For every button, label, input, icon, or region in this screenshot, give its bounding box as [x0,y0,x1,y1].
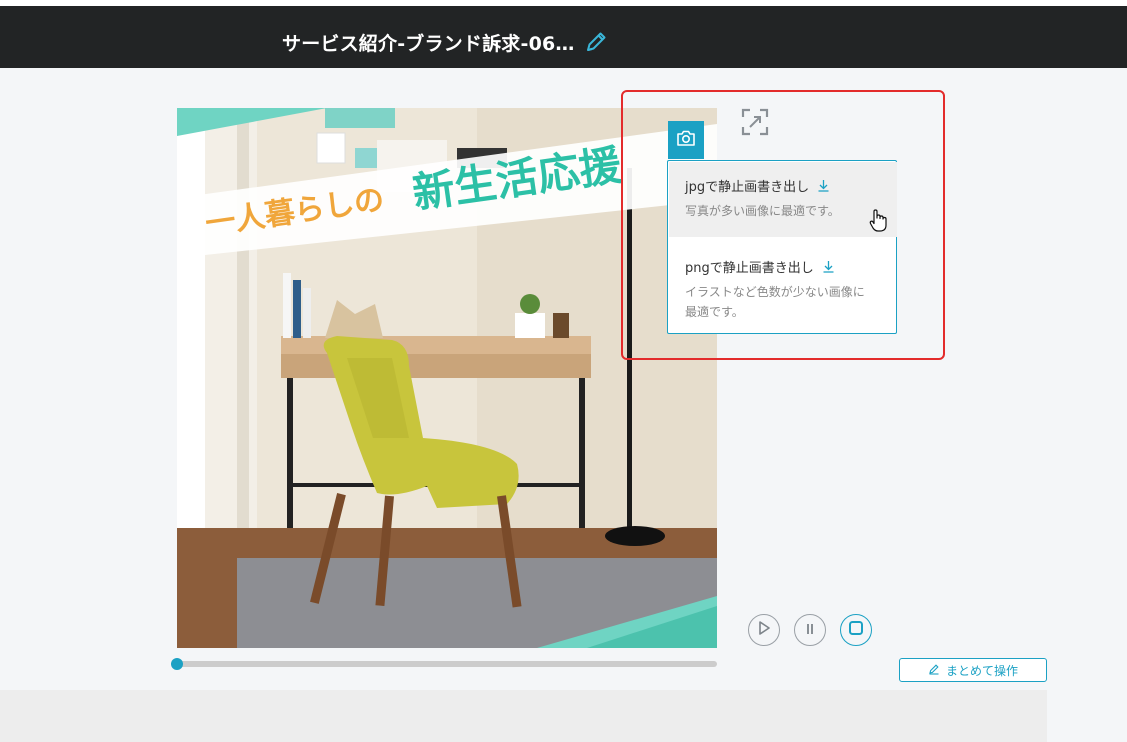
play-button[interactable] [748,614,780,646]
seek-bar[interactable] [177,661,717,667]
highlight-box [621,90,945,360]
stop-button[interactable] [840,614,872,646]
top-bar: サービス紹介-ブランド訴求-06… [0,6,1127,68]
bottom-right-area [1047,690,1127,742]
pause-icon [804,621,816,640]
play-icon [757,620,771,640]
edit-icon [928,663,940,678]
pencil-icon[interactable] [583,29,609,55]
project-title: サービス紹介-ブランド訴求-06… [282,32,575,55]
seek-handle[interactable] [171,658,183,670]
batch-operation-label: まとめて操作 [945,663,1018,678]
stop-icon [848,620,864,640]
pause-button[interactable] [794,614,826,646]
bottom-panel [0,690,1047,742]
batch-operation-button[interactable]: まとめて操作 [899,658,1047,682]
title-area: サービス紹介-ブランド訴求-06… [282,28,609,56]
